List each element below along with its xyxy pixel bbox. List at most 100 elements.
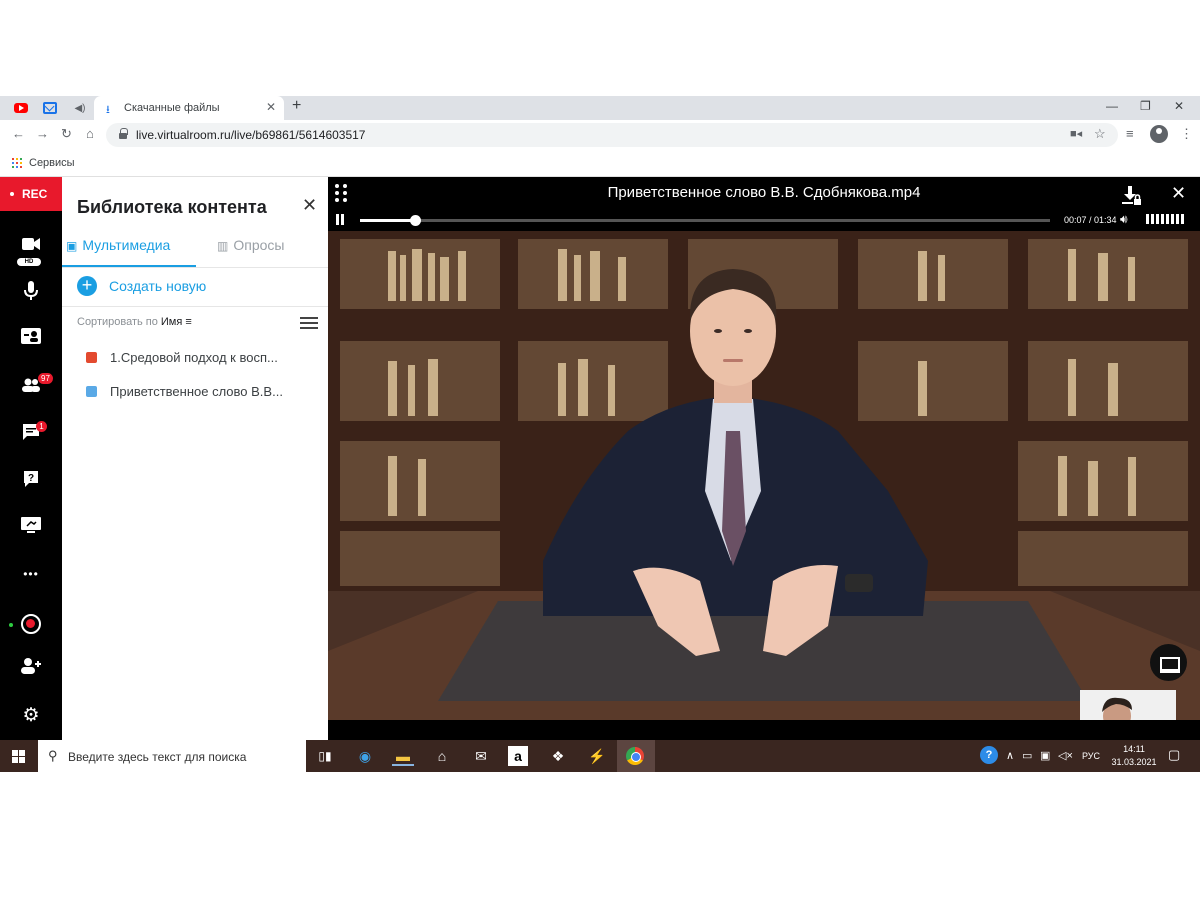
chevron-up-icon[interactable]: ∧: [1006, 749, 1014, 762]
close-player-icon[interactable]: ✕: [1171, 183, 1186, 204]
star-icon[interactable]: ☆: [1094, 126, 1106, 142]
back-icon[interactable]: ←: [12, 126, 25, 141]
reload-icon[interactable]: ↻: [61, 126, 72, 142]
rec-dot: [10, 192, 14, 196]
store-icon[interactable]: ⌂: [431, 746, 453, 766]
task-view-icon[interactable]: ▯▮: [314, 746, 336, 766]
participants-badge: 97: [38, 373, 53, 384]
profile-icon[interactable]: [1150, 125, 1168, 143]
download-lock-icon[interactable]: [1120, 185, 1141, 207]
image-icon: ▣: [66, 239, 78, 253]
search-icon: ⚲: [48, 748, 58, 763]
windows-start-icon[interactable]: [12, 750, 25, 763]
sort-control[interactable]: Сортировать по Имя ≡: [77, 316, 192, 328]
amazon-icon[interactable]: a: [508, 746, 528, 766]
camera-icon[interactable]: ■◂: [1070, 127, 1082, 140]
bookmark-services[interactable]: Сервисы: [29, 157, 75, 169]
edge-icon[interactable]: ◉: [354, 746, 376, 766]
url-text[interactable]: live.virtualroom.ru/live/b69861/56146035…: [136, 128, 365, 142]
plus-icon[interactable]: +: [292, 97, 301, 115]
youtube-icon[interactable]: [13, 100, 29, 116]
dropbox-icon[interactable]: ❖: [547, 746, 569, 766]
seek-handle[interactable]: [410, 215, 422, 226]
bar-chart-icon: ▥: [217, 239, 229, 253]
notifications-icon[interactable]: ▢: [1168, 747, 1180, 763]
close-icon[interactable]: ✕: [266, 100, 276, 114]
lock-icon[interactable]: [119, 128, 128, 139]
add-user-icon[interactable]: [20, 658, 42, 680]
camera-icon[interactable]: [20, 235, 42, 257]
close-panel-icon[interactable]: ✕: [302, 195, 317, 216]
battery-icon[interactable]: ▭: [1022, 749, 1032, 762]
time-display: 00:07 / 01:34: [1064, 215, 1117, 225]
mail-app-icon[interactable]: ✉: [470, 746, 492, 766]
record-icon[interactable]: [21, 614, 41, 634]
tab-strip: ◀) ⭳ Скачанные файлы ✕ + — ❐ ✕: [0, 96, 1200, 120]
volume-slider[interactable]: [1146, 214, 1184, 224]
chat-badge: 1: [36, 421, 47, 432]
restore-icon[interactable]: ❐: [1140, 99, 1151, 113]
screen-share-icon[interactable]: [20, 517, 42, 539]
apps-icon[interactable]: [12, 158, 22, 168]
forward-icon[interactable]: →: [36, 126, 49, 141]
gear-icon[interactable]: ⚙: [20, 705, 42, 727]
download-icon: ⭳: [106, 104, 110, 116]
seek-bar[interactable]: [360, 215, 1050, 226]
bookmarks-bar: Сервисы: [0, 150, 1200, 177]
window-close-icon[interactable]: ✕: [1174, 99, 1184, 113]
media-player: Приветственное слово В.В. Сдобнякова.mp4…: [328, 177, 1200, 740]
volume-muted-icon[interactable]: ◁×: [1058, 749, 1073, 762]
more-icon[interactable]: •••: [20, 563, 42, 585]
help-icon[interactable]: ?: [980, 746, 998, 764]
taskbar-clock[interactable]: 14:11 31.03.2021: [1110, 743, 1158, 769]
list-item[interactable]: 1.Средовой подход к восп...: [86, 349, 316, 367]
sort-by-value[interactable]: Имя: [161, 316, 182, 328]
content-library-icon[interactable]: [20, 328, 42, 350]
tab-multimedia[interactable]: ▣ Мультимедиа: [66, 237, 170, 253]
rec-label: REC: [22, 187, 48, 201]
tab-multimedia-label: Мультимедиа: [82, 237, 171, 253]
network-icon[interactable]: ▣: [1040, 749, 1050, 762]
captions-toggle-button[interactable]: [1150, 644, 1187, 681]
content-library-panel: Библиотека контента ✕ ▣ Мультимедиа ▥ Опро…: [62, 177, 328, 740]
list-item[interactable]: Приветственное слово В.В...: [86, 383, 316, 401]
video-file-icon: [86, 386, 97, 397]
tab-polls-label: Опросы: [233, 237, 285, 253]
screen: ◀) ⭳ Скачанные файлы ✕ + — ❐ ✕ ← → ↻ ⌂ l…: [0, 96, 1200, 772]
reading-list-icon[interactable]: ≡: [1126, 126, 1134, 141]
tab-polls[interactable]: ▥ Опросы: [217, 237, 284, 253]
language-indicator[interactable]: РУС: [1082, 751, 1100, 761]
divider: [62, 267, 328, 268]
address-bar[interactable]: live.virtualroom.ru/live/b69861/56146035…: [106, 123, 1118, 147]
minimize-icon[interactable]: —: [1106, 99, 1118, 113]
volume-icon[interactable]: 🔊︎: [1120, 212, 1128, 227]
pause-icon[interactable]: [335, 214, 345, 225]
mail-icon[interactable]: [42, 100, 58, 116]
presentation-icon: [86, 352, 97, 363]
file-explorer-icon[interactable]: ▬: [392, 746, 414, 766]
file-name: Приветственное слово В.В...: [110, 384, 283, 399]
chrome-icon[interactable]: [626, 747, 644, 765]
question-icon[interactable]: ?: [20, 470, 42, 492]
sort-prefix: Сортировать по: [77, 316, 158, 328]
taskbar-search[interactable]: ⚲ Введите здесь текст для поиска: [38, 740, 306, 772]
clock-time: 14:11: [1123, 744, 1145, 754]
plus-circle-icon: +: [77, 276, 97, 296]
svg-text:?: ?: [28, 473, 34, 484]
rec-button[interactable]: REC: [0, 177, 62, 211]
divider: [62, 306, 328, 307]
create-new-label: Создать новую: [109, 278, 207, 294]
filter-icon[interactable]: [300, 315, 318, 329]
browser-toolbar: ← → ↻ ⌂ live.virtualroom.ru/live/b69861/…: [0, 120, 1200, 150]
app-icon[interactable]: ⚡: [586, 746, 608, 766]
sort-icon[interactable]: ≡: [185, 316, 191, 328]
microphone-icon[interactable]: [20, 281, 42, 303]
tab-downloads[interactable]: ⭳ Скачанные файлы ✕: [94, 96, 284, 120]
home-icon[interactable]: ⌂: [86, 126, 94, 141]
menu-icon[interactable]: ⋮: [1180, 126, 1193, 142]
status-dot: [9, 623, 13, 627]
create-new-button[interactable]: + Создать новую: [77, 276, 297, 296]
video-frame: [328, 231, 1200, 720]
speaker-icon[interactable]: ◀): [72, 100, 88, 116]
hd-badge: HD: [17, 258, 41, 266]
